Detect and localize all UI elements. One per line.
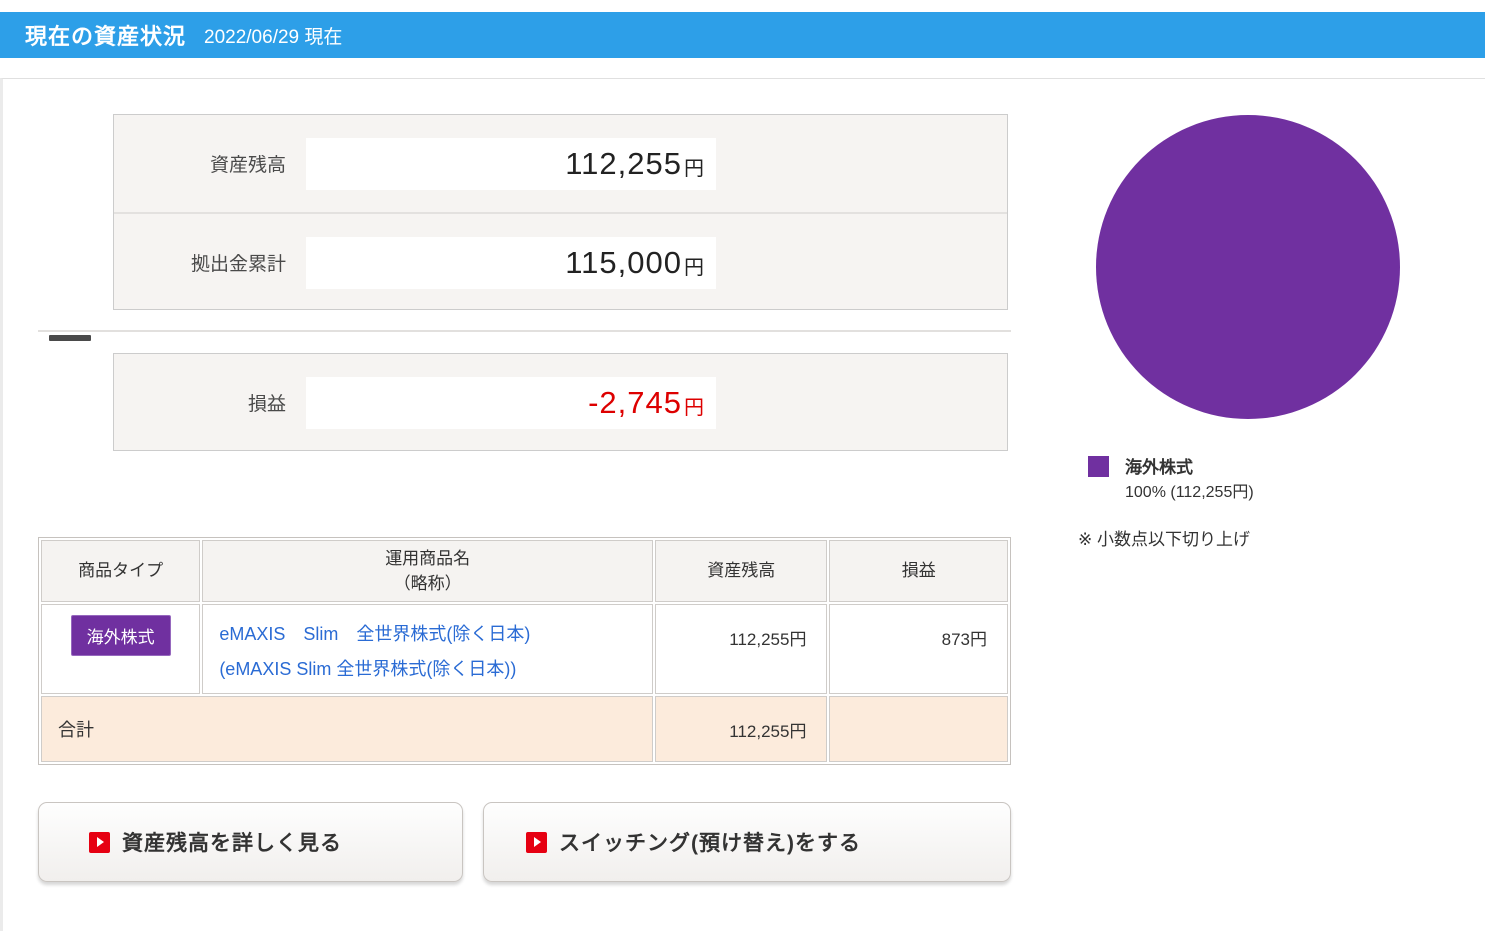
contribution-total-row: 拠出金累計 115,000 円: [114, 214, 1007, 311]
balance-summary-box: 資産残高 112,255 円 拠出金累計 115,000 円: [113, 114, 1008, 310]
profit-loss-box: 損益 -2,745 円: [113, 353, 1008, 451]
profit-loss-value-box: -2,745 円: [306, 376, 716, 429]
profit-loss-row: 損益 -2,745 円: [114, 354, 1007, 451]
view-balance-detail-label: 資産残高を詳しく見る: [122, 832, 342, 855]
total-balance-cell: 112,255円: [655, 696, 828, 762]
product-type-badge: 海外株式: [70, 615, 171, 656]
as-of-date: 2022/06/29 現在: [204, 26, 343, 48]
asset-balance-value-box: 112,255 円: [306, 137, 716, 190]
product-balance-cell: 112,255円: [655, 604, 828, 694]
allocation-pie-chart: [1096, 115, 1400, 419]
header-profit: 損益: [829, 540, 1008, 602]
holdings-table: 商品タイプ 運用商品名 （略称） 資産残高 損益 海外株式 eMAXIS Sli…: [38, 537, 1011, 765]
product-name-link[interactable]: eMAXIS Slim 全世界株式(除く日本) (eMAXIS Slim 全世界…: [219, 624, 530, 679]
header-product-name-line2: （略称）: [393, 574, 462, 593]
header-product-type: 商品タイプ: [41, 540, 201, 602]
header-balance: 資産残高: [655, 540, 828, 602]
profit-loss-unit: 円: [684, 397, 704, 419]
rounding-note: ※ 小数点以下切り上げ: [1078, 530, 1250, 549]
header-product-name: 運用商品名 （略称）: [202, 540, 654, 602]
legend-label: 海外株式: [1125, 458, 1193, 477]
arrow-icon: [89, 831, 110, 853]
asset-balance-label: 資産残高: [209, 155, 286, 176]
product-name-cell: eMAXIS Slim 全世界株式(除く日本) (eMAXIS Slim 全世界…: [202, 604, 654, 694]
legend-swatch-foreign-equity: [1088, 456, 1109, 477]
arrow-icon: [526, 831, 547, 853]
switching-button[interactable]: スイッチング(預け替え)をする: [483, 802, 1011, 882]
table-total-row: 合計 112,255円: [41, 696, 1008, 762]
product-name-line2: (eMAXIS Slim 全世界株式(除く日本)): [219, 659, 517, 680]
total-profit-cell: [829, 696, 1008, 762]
total-label-cell: 合計: [41, 696, 654, 762]
asset-balance-value: 112,255: [565, 145, 682, 181]
table-header-row: 商品タイプ 運用商品名 （略称） 資産残高 損益: [41, 540, 1008, 602]
contribution-total-unit: 円: [684, 257, 704, 279]
header-product-name-line1: 運用商品名: [385, 548, 471, 568]
contribution-total-value-box: 115,000 円: [306, 236, 716, 289]
product-type-cell: 海外株式: [41, 604, 201, 694]
section-header-bar: 現在の資産状況 2022/06/29 現在: [0, 12, 1485, 58]
contribution-total-value: 115,000: [565, 244, 682, 280]
view-balance-detail-button[interactable]: 資産残高を詳しく見る: [38, 802, 463, 882]
page-title: 現在の資産状況: [25, 24, 187, 49]
asset-balance-row: 資産残高 112,255 円: [114, 115, 1007, 214]
switching-label: スイッチング(預け替え)をする: [559, 832, 861, 855]
product-profit-cell: 873円: [829, 604, 1008, 694]
section-divider: [38, 330, 1011, 332]
profit-loss-label: 損益: [247, 394, 286, 415]
profit-loss-value: -2,745: [588, 384, 682, 420]
product-name-line1: eMAXIS Slim 全世界株式(除く日本): [219, 624, 531, 644]
table-row: 海外株式 eMAXIS Slim 全世界株式(除く日本) (eMAXIS Sli…: [41, 604, 1008, 694]
asset-balance-unit: 円: [684, 158, 704, 180]
minus-icon: [49, 335, 91, 341]
contribution-total-label: 拠出金累計: [190, 254, 286, 275]
legend-detail: 100% (112,255円): [1125, 484, 1254, 501]
content-panel: 資産残高 112,255 円 拠出金累計 115,000 円 損益 -2,745…: [0, 78, 1485, 931]
